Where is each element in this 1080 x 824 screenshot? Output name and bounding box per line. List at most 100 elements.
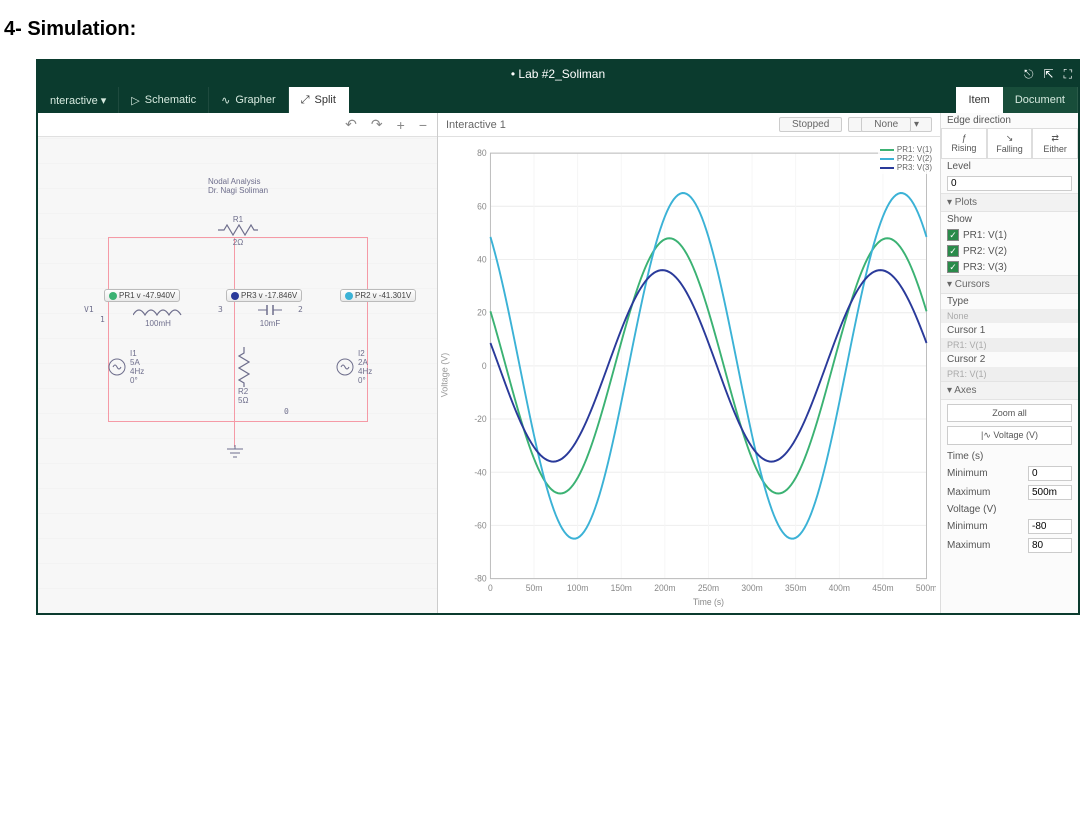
i1-amp: 5A	[130, 358, 144, 367]
show-pr2-check[interactable]: ✓PR2: V(2)	[941, 243, 1078, 259]
node-v1: V1	[84, 305, 94, 314]
schematic-pane: ↶ ↷ + − Nodal Analysis Dr. Nagi Soliman …	[38, 113, 438, 613]
time-min-label: Minimum	[947, 468, 1024, 479]
node-3: 3	[218, 305, 223, 314]
probe-pr3[interactable]: PR3 v -17.846V	[226, 289, 302, 302]
show-pr1-check[interactable]: ✓PR1: V(1)	[941, 227, 1078, 243]
voltage-max-input[interactable]	[1028, 538, 1072, 553]
cursor-type-value[interactable]: None	[941, 309, 1078, 323]
i2-name: I2	[358, 349, 372, 358]
schematic-icon: ▷	[131, 94, 139, 107]
tab-document[interactable]: Document	[1003, 87, 1078, 113]
tab-label: Document	[1015, 94, 1065, 106]
circuit-mid-branch	[234, 237, 235, 422]
i1-name: I1	[130, 349, 144, 358]
tab-item[interactable]: Item	[956, 87, 1002, 113]
cursor1-value[interactable]: PR1: V(1)	[941, 338, 1078, 352]
cursor-type-label: Type	[941, 294, 1078, 309]
level-input[interactable]	[947, 176, 1072, 191]
l1-value: 100mH	[128, 319, 188, 328]
document-heading: 4- Simulation:	[0, 0, 1080, 49]
probe-pr2[interactable]: PR2 v -41.301V	[340, 289, 416, 302]
app-window: • Lab #2_Soliman ⎋ ⇱ ⛶ nteractive ▾ ▷ Sc…	[36, 59, 1080, 615]
fullscreen-icon[interactable]: ⛶	[1064, 61, 1072, 87]
zoom-all-button[interactable]: Zoom all	[947, 404, 1072, 422]
svg-text:150m: 150m	[611, 583, 632, 593]
i2-phase: 0°	[358, 376, 372, 385]
schematic-canvas[interactable]: Nodal Analysis Dr. Nagi Soliman R1 2Ω PR…	[38, 137, 437, 613]
tab-label: Grapher	[235, 94, 275, 106]
cursor2-value[interactable]: PR1: V(1)	[941, 367, 1078, 381]
r1-value: 2Ω	[218, 238, 258, 247]
probe-pr1-value: v -47.940V	[137, 291, 176, 300]
plot-area[interactable]: Voltage (V) PR1: V(1) PR2: V(2) PR3: V(3…	[438, 137, 940, 613]
zoom-in-icon[interactable]: +	[397, 117, 405, 133]
svg-text:100m: 100m	[567, 583, 588, 593]
node-0: 0	[284, 407, 289, 416]
undo-icon[interactable]: ↶	[345, 116, 357, 133]
probe-pr1-name: PR1	[119, 291, 135, 300]
edge-either-button[interactable]: ⇄Either	[1032, 128, 1078, 159]
svg-text:50m: 50m	[526, 583, 543, 593]
graph-title: Interactive 1	[446, 119, 506, 131]
tab-grapher[interactable]: ∿ Grapher	[209, 87, 289, 113]
svg-text:-20: -20	[474, 414, 486, 424]
tab-interactive[interactable]: nteractive ▾	[38, 87, 119, 113]
axes-section[interactable]: ▾ Axes	[941, 381, 1078, 400]
r1-name: R1	[218, 215, 258, 224]
svg-text:0: 0	[488, 583, 493, 593]
resistor-icon	[218, 224, 258, 236]
split-icon: ⤢	[301, 94, 310, 107]
redo-icon[interactable]: ↷	[371, 116, 383, 133]
tab-label: nteractive ▾	[50, 94, 106, 107]
time-max-label: Maximum	[947, 487, 1024, 498]
probe-dot-cyan	[345, 292, 353, 300]
capacitor-icon	[258, 303, 282, 317]
probe-pr3-name: PR3	[241, 291, 257, 300]
v-min-label: Minimum	[947, 521, 1024, 532]
node-1: 1	[100, 315, 105, 324]
cursor2-label: Cursor 2	[941, 352, 1078, 367]
time-min-input[interactable]	[1028, 466, 1072, 481]
svg-text:450m: 450m	[872, 583, 893, 593]
plot-legend: PR1: V(1) PR2: V(2) PR3: V(3)	[878, 143, 934, 174]
mode-select[interactable]: None ▾	[848, 117, 932, 132]
probe-dot-blue	[231, 292, 239, 300]
edge-direction-label: Edge direction	[941, 113, 1078, 128]
probe-pr1[interactable]: PR1 v -47.940V	[104, 289, 180, 302]
grapher-icon: ∿	[221, 94, 230, 107]
tab-split[interactable]: ⤢ Split	[289, 87, 349, 113]
edge-falling-button[interactable]: ↘Falling	[987, 128, 1033, 159]
voltage-min-input[interactable]	[1028, 519, 1072, 534]
probe-pr2-value: v -41.301V	[373, 291, 412, 300]
cursors-section[interactable]: ▾ Cursors	[941, 275, 1078, 294]
probe-pr2-name: PR2	[355, 291, 371, 300]
i1-phase: 0°	[130, 376, 144, 385]
popout-icon[interactable]: ⇱	[1044, 61, 1054, 87]
plots-section[interactable]: ▾ Plots	[941, 193, 1078, 212]
sync-icon[interactable]: ⎋	[1024, 61, 1034, 87]
ac-source-icon	[336, 349, 354, 385]
schematic-edit-bar: ↶ ↷ + −	[38, 113, 437, 137]
cursor1-label: Cursor 1	[941, 323, 1078, 338]
ac-source-icon	[108, 349, 126, 385]
show-pr3-check[interactable]: ✓PR3: V(3)	[941, 259, 1078, 275]
edge-rising-button[interactable]: ƒRising	[941, 128, 987, 159]
tab-schematic[interactable]: ▷ Schematic	[119, 87, 209, 113]
zoom-out-icon[interactable]: −	[419, 117, 427, 133]
time-max-input[interactable]	[1028, 485, 1072, 500]
v-max-label: Maximum	[947, 540, 1024, 551]
i2-freq: 4Hz	[358, 367, 372, 376]
i1-freq: 4Hz	[130, 367, 144, 376]
tab-label: Split	[315, 94, 336, 106]
svg-text:60: 60	[477, 201, 487, 211]
grapher-pane: Interactive 1 Stopped None ▾ Voltage (V)…	[438, 113, 940, 613]
i2-amp: 2A	[358, 358, 372, 367]
voltage-axis-button[interactable]: |∿ Voltage (V)	[947, 426, 1072, 445]
ground-wire	[234, 422, 235, 447]
y-axis-label: Voltage (V)	[439, 353, 449, 398]
svg-text:-60: -60	[474, 520, 486, 530]
show-label: Show	[941, 212, 1078, 227]
tab-label: Schematic	[145, 94, 196, 106]
probe-dot-green	[109, 292, 117, 300]
